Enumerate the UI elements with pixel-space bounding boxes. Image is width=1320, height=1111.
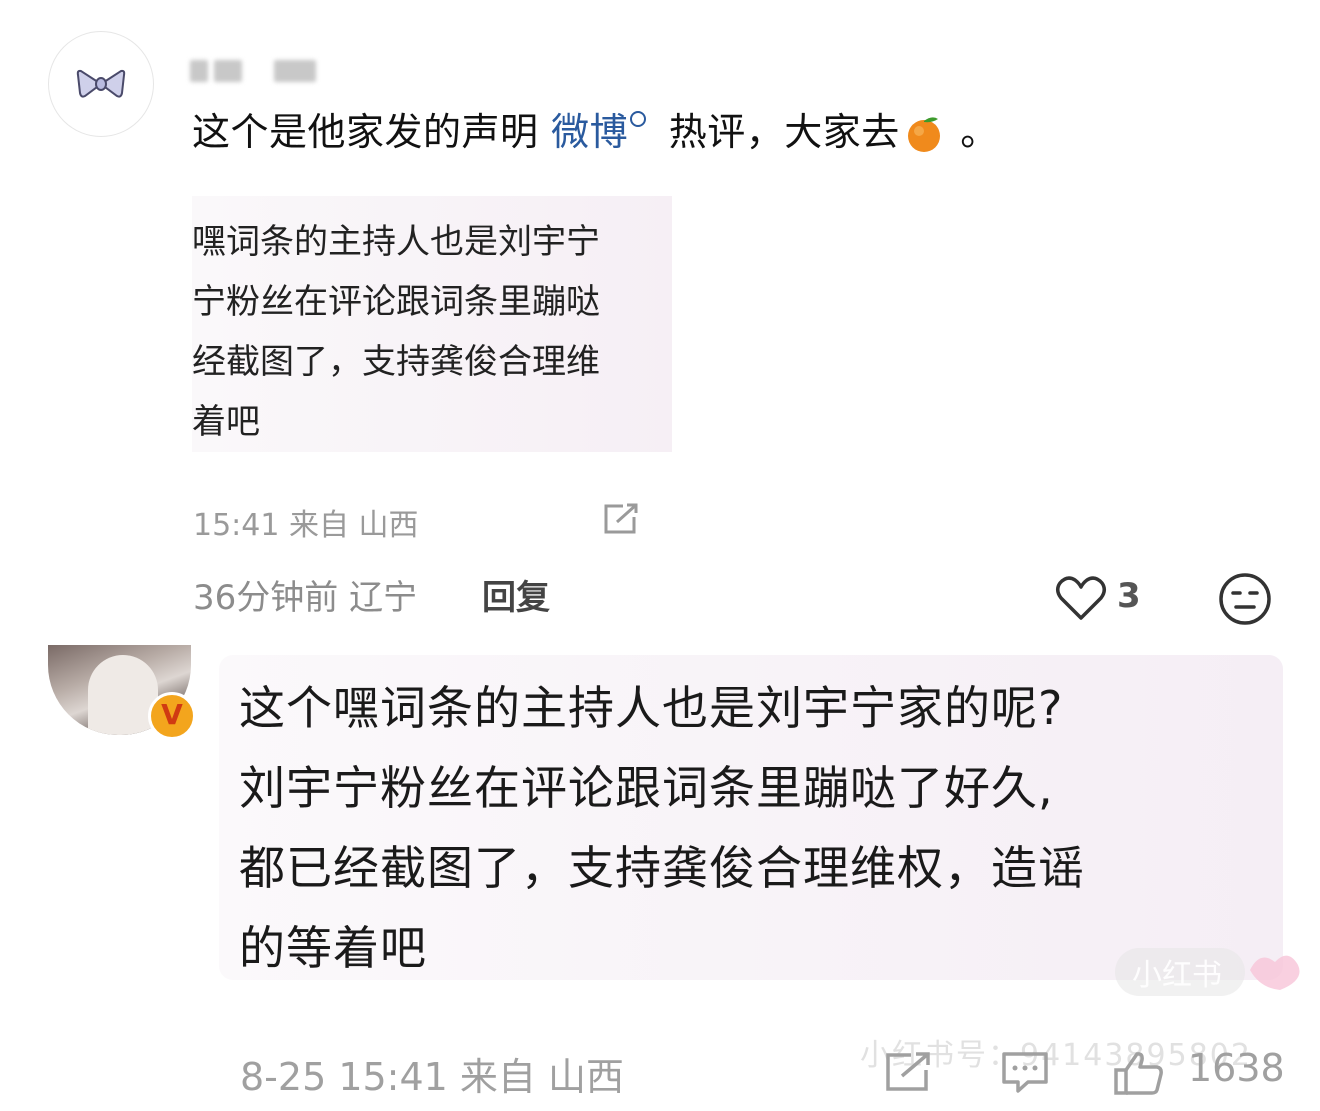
comment-2-line: 的等着吧 [239,921,427,975]
quote-meta: 15:41 来自 山西 [193,508,419,543]
bow-icon [76,69,126,98]
comment-2-line: 这个嘿词条的主持人也是刘宇宁家的呢? [239,681,1064,735]
like-count: 3 [1117,576,1141,616]
comment-2-line: 都已经截图了，支持龚俊合理维权，造谣 [239,841,1085,895]
neutral-face-icon[interactable] [1218,572,1272,626]
comment-time-location: 36分钟前 辽宁 [193,578,418,618]
thumb-up-icon[interactable] [1113,1050,1165,1096]
share-icon[interactable] [603,503,639,535]
comment-2-line: 刘宇宁粉丝在评论跟词条里蹦哒了好久, [239,761,1054,815]
comment-1-text: 这个是他家发的声明 微博 热评，大家去 。 [192,104,999,160]
comment-2-text: 这个嘿词条的主持人也是刘宇宁家的呢? 刘宇宁粉丝在评论跟词条里蹦哒了好久, 都已… [239,668,1249,988]
verified-badge-icon: V [148,692,196,740]
share-icon[interactable] [885,1052,931,1092]
watermark-logo-text: 小红书 [1132,958,1222,993]
quoted-comment-text: 嘿词条的主持人也是刘宇宁 宁粉丝在评论跟词条里蹦哒 经截图了，支持龚俊合理维 着… [192,222,600,442]
comment-icon[interactable] [1000,1050,1050,1094]
comment-1-text-middle: 热评，大家去 [656,110,900,154]
like-count: 1638 [1188,1046,1285,1090]
avatar-user-1[interactable] [48,31,154,137]
quoted-comment-box[interactable]: 嘿词条的主持人也是刘宇宁 宁粉丝在评论跟词条里蹦哒 经截图了，支持龚俊合理维 着… [192,196,672,452]
comment-2-meta: 8-25 15:41 来自 山西 [240,1055,624,1099]
reply-button[interactable]: 回复 [482,570,550,619]
blurred-username [190,60,320,84]
comment-1-text-end: 。 [947,110,999,154]
comment-1-text-start: 这个是他家发的声明 [192,110,552,154]
orange-emoji-icon [907,117,940,152]
xiaohongshu-watermark-logo: 小红书 [1115,948,1300,996]
search-icon [630,111,647,127]
heart-icon[interactable] [1055,575,1107,621]
weibo-link[interactable]: 微博 [551,110,628,154]
